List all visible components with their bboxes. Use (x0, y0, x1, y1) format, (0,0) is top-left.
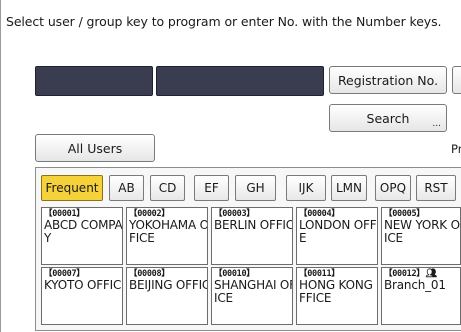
entry-name: KYOTO OFFICE (44, 278, 123, 292)
entry-name: HONG KONG OFFICE (299, 278, 378, 305)
partial-label: Pr (451, 142, 461, 156)
tab-label: AB (118, 181, 135, 195)
all-users-label: All Users (67, 140, 123, 156)
tab-lmn[interactable]: LMN (331, 175, 367, 201)
partial-right-button[interactable] (452, 66, 461, 94)
registration-no-label: Registration No. (337, 72, 439, 88)
address-entry[interactable]: 【00003】 BERLIN OFFICE (211, 207, 293, 265)
all-users-button[interactable]: All Users (35, 134, 155, 162)
entry-name: Branch_01 (384, 278, 446, 292)
address-entry[interactable]: 【00010】 SHANGHAI OFFICE (211, 267, 293, 325)
address-entry[interactable]: 【00001】 ABCD COMPANY (41, 207, 123, 265)
tab-label: CD (158, 181, 177, 195)
tab-label: Frequent (45, 181, 99, 195)
tab-label: LMN (335, 181, 362, 195)
address-entry[interactable]: 【00005】 NEW YORK OFFICE (381, 207, 461, 265)
entry-name: LONDON OFFICE (299, 218, 377, 245)
more-options-icon: ... (432, 119, 441, 129)
destination-display-1 (35, 66, 153, 96)
address-entry[interactable]: 【00012】👥︎ Branch_01 (381, 267, 461, 325)
address-entry[interactable]: 【00008】 BEIJING OFFICE (126, 267, 208, 325)
tab-label: RST (424, 181, 448, 195)
entry-name: SHANGHAI OFFICE (214, 278, 292, 305)
address-entry[interactable]: 【00007】 KYOTO OFFICE (41, 267, 123, 325)
tab-cd[interactable]: CD (150, 175, 185, 201)
registration-no-button[interactable]: Registration No. (329, 66, 447, 94)
entry-name: NEW YORK OFFICE (384, 218, 460, 245)
tab-label: IJK (298, 181, 314, 195)
entry-name: YOKOHAMA OFFICE (129, 218, 208, 245)
search-label: Search (366, 110, 410, 126)
tab-ab[interactable]: AB (109, 175, 144, 201)
search-button[interactable]: Search ... (329, 104, 447, 132)
tab-opq[interactable]: OPQ (375, 175, 411, 201)
tab-rst[interactable]: RST (416, 175, 456, 201)
address-entry[interactable]: 【00011】 HONG KONG OFFICE (296, 267, 378, 325)
entry-name: ABCD COMPANY (44, 218, 123, 245)
tab-label: GH (246, 181, 265, 195)
tab-frequent[interactable]: Frequent (41, 175, 103, 201)
address-entry[interactable]: 【00004】 LONDON OFFICE (296, 207, 378, 265)
address-entry[interactable]: 【00002】 YOKOHAMA OFFICE (126, 207, 208, 265)
tab-ef[interactable]: EF (194, 175, 229, 201)
tab-label: EF (204, 181, 219, 195)
entry-name: BERLIN OFFICE (214, 218, 293, 232)
instruction-text: Select user / group key to program or en… (6, 14, 442, 29)
destination-display-2 (156, 66, 324, 96)
tab-gh[interactable]: GH (235, 175, 276, 201)
entry-name: BEIJING OFFICE (129, 278, 207, 292)
tab-ijk[interactable]: IJK (286, 175, 326, 201)
tab-label: OPQ (379, 181, 407, 195)
